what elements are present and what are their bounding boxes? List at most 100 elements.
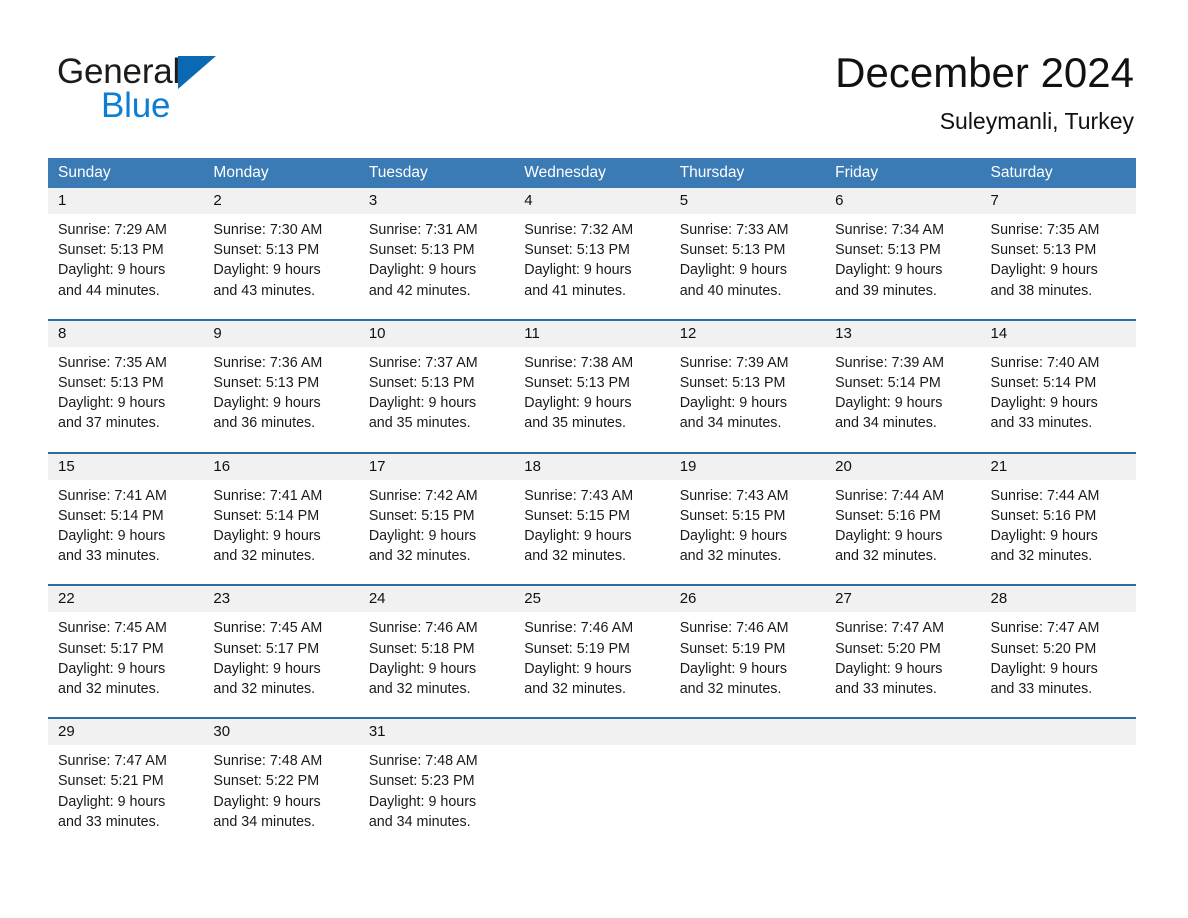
day-cell: Sunrise: 7:46 AM Sunset: 5:19 PM Dayligh…: [670, 612, 825, 699]
week-day-bodies: Sunrise: 7:45 AM Sunset: 5:17 PM Dayligh…: [48, 612, 1136, 700]
weekday-header-saturday: Saturday: [990, 164, 1053, 181]
weekday-header-wednesday: Wednesday: [524, 164, 606, 181]
weekday-header-monday: Monday: [213, 164, 269, 181]
week-spacer: [48, 300, 1136, 319]
day-number: 31: [368, 723, 386, 741]
daylight-text-line2: and 32 minutes.: [990, 548, 1093, 565]
sunrise-text: Sunrise: 7:32 AM: [524, 222, 634, 238]
sunset-text: Sunset: 5:20 PM: [990, 640, 1097, 657]
daylight-text-line2: and 34 minutes.: [679, 415, 782, 432]
logo-text-blue: Blue: [101, 86, 171, 125]
sunset-text: Sunset: 5:13 PM: [524, 242, 630, 259]
sunrise-text: Sunrise: 7:46 AM: [679, 620, 789, 637]
calendar-page: General Blue December 2024 Suleymanli, T…: [0, 0, 1188, 918]
sunset-text: Sunset: 5:15 PM: [679, 507, 786, 524]
day-number: 29: [58, 723, 75, 741]
day-cell: Sunrise: 7:35 AM Sunset: 5:13 PM Dayligh…: [48, 347, 203, 434]
day-number: 7: [990, 192, 999, 209]
day-cell: Sunrise: 7:41 AM Sunset: 5:14 PM Dayligh…: [48, 480, 203, 567]
sunrise-text: Sunrise: 7:48 AM: [213, 753, 323, 770]
sunset-text: Sunset: 5:13 PM: [990, 242, 1097, 259]
sunrise-text: Sunrise: 7:45 AM: [213, 620, 323, 637]
weekday-header-thursday: Thursday: [679, 164, 745, 181]
generalblue-logo: General Blue: [57, 52, 387, 130]
page-title: December 2024: [835, 49, 1134, 96]
daylight-text-line1: Daylight: 9 hours: [679, 395, 787, 412]
sunset-text: Sunset: 5:23 PM: [368, 773, 475, 790]
page-header: General Blue December 2024 Suleymanli, T…: [0, 0, 1188, 150]
day-cell: Sunrise: 7:30 AM Sunset: 5:13 PM Dayligh…: [203, 214, 358, 301]
day-cell: Sunrise: 7:48 AM Sunset: 5:23 PM Dayligh…: [359, 745, 514, 832]
sunrise-text: Sunrise: 7:33 AM: [679, 222, 789, 238]
day-number-empty: [514, 719, 669, 745]
day-cell: Sunrise: 7:43 AM Sunset: 5:15 PM Dayligh…: [670, 480, 825, 567]
daylight-text-line1: Daylight: 9 hours: [213, 528, 321, 545]
day-number: 23: [213, 590, 231, 608]
week-day-bodies: Sunrise: 7:41 AM Sunset: 5:14 PM Dayligh…: [48, 479, 1136, 567]
daylight-text-line2: and 44 minutes.: [58, 282, 160, 299]
sunset-text: Sunset: 5:13 PM: [368, 375, 475, 392]
sunrise-text: Sunrise: 7:38 AM: [524, 354, 634, 371]
calendar-week-row: 1 2 3 4 5 6 7 Sunrise: 7:29 AM Sunset: 5…: [48, 188, 1136, 319]
sunset-text: Sunset: 5:18 PM: [368, 640, 475, 657]
daylight-text-line1: Daylight: 9 hours: [58, 262, 166, 279]
sunset-text: Sunset: 5:17 PM: [213, 640, 320, 657]
sunrise-text: Sunrise: 7:45 AM: [58, 620, 167, 637]
sunset-text: Sunset: 5:22 PM: [213, 773, 320, 790]
day-number: 17: [368, 457, 386, 475]
week-spacer: [48, 699, 1136, 718]
daylight-text-line1: Daylight: 9 hours: [58, 395, 166, 412]
day-cell-empty: [670, 745, 825, 832]
sunrise-text: Sunrise: 7:41 AM: [213, 487, 323, 504]
daylight-text-line1: Daylight: 9 hours: [213, 262, 321, 279]
sunset-text: Sunset: 5:15 PM: [524, 507, 630, 524]
daylight-text-line2: and 41 minutes.: [524, 282, 626, 299]
calendar-grid: Sunday Monday Tuesday Wednesday Thursday…: [48, 158, 1136, 841]
sunset-text: Sunset: 5:13 PM: [835, 242, 941, 259]
daylight-text-line1: Daylight: 9 hours: [679, 262, 787, 279]
day-number: 4: [524, 192, 533, 209]
daylight-text-line1: Daylight: 9 hours: [58, 660, 166, 677]
daylight-text-line1: Daylight: 9 hours: [835, 528, 943, 545]
daylight-text-line2: and 34 minutes.: [213, 813, 316, 830]
day-number-empty: [825, 719, 980, 745]
daylight-text-line2: and 37 minutes.: [58, 415, 160, 432]
daylight-text-line2: and 32 minutes.: [213, 681, 316, 698]
daylight-text-line2: and 39 minutes.: [835, 282, 937, 299]
sunset-text: Sunset: 5:13 PM: [524, 375, 630, 392]
calendar-week-row: 15 16 17 18 19 20 21 Sunrise: 7:41 AM Su…: [48, 451, 1136, 585]
daylight-text-line2: and 43 minutes.: [213, 282, 316, 299]
day-number: 13: [835, 324, 852, 342]
daylight-text-line2: and 32 minutes.: [679, 681, 782, 698]
sunset-text: Sunset: 5:15 PM: [368, 507, 475, 524]
daylight-text-line2: and 38 minutes.: [990, 282, 1093, 299]
day-number: 8: [58, 324, 67, 342]
day-cell: Sunrise: 7:32 AM Sunset: 5:13 PM Dayligh…: [514, 214, 669, 301]
day-cell: Sunrise: 7:34 AM Sunset: 5:13 PM Dayligh…: [825, 214, 980, 301]
day-cell: Sunrise: 7:38 AM Sunset: 5:13 PM Dayligh…: [514, 347, 669, 434]
day-cell: Sunrise: 7:37 AM Sunset: 5:13 PM Dayligh…: [359, 347, 514, 434]
daylight-text-line2: and 32 minutes.: [835, 548, 937, 565]
day-cell: Sunrise: 7:29 AM Sunset: 5:13 PM Dayligh…: [48, 214, 203, 301]
day-cell: Sunrise: 7:39 AM Sunset: 5:14 PM Dayligh…: [825, 347, 980, 434]
daylight-text-line2: and 32 minutes.: [58, 681, 160, 698]
sunrise-text: Sunrise: 7:44 AM: [990, 487, 1100, 504]
sunset-text: Sunset: 5:14 PM: [58, 507, 164, 524]
day-cell: Sunrise: 7:35 AM Sunset: 5:13 PM Dayligh…: [981, 214, 1136, 301]
day-cell: Sunrise: 7:31 AM Sunset: 5:13 PM Dayligh…: [359, 214, 514, 301]
daylight-text-line1: Daylight: 9 hours: [368, 793, 477, 810]
sunrise-text: Sunrise: 7:43 AM: [679, 487, 789, 504]
day-cell: Sunrise: 7:33 AM Sunset: 5:13 PM Dayligh…: [670, 214, 825, 301]
daylight-text-line2: and 33 minutes.: [58, 548, 160, 565]
daylight-text-line2: and 33 minutes.: [990, 415, 1093, 432]
sunrise-text: Sunrise: 7:39 AM: [835, 354, 944, 371]
logo-triangle-icon: [178, 56, 217, 89]
day-cell: Sunrise: 7:41 AM Sunset: 5:14 PM Dayligh…: [203, 480, 358, 567]
daylight-text-line1: Daylight: 9 hours: [213, 660, 321, 677]
day-cell: Sunrise: 7:36 AM Sunset: 5:13 PM Dayligh…: [203, 347, 358, 434]
day-number: 30: [213, 723, 231, 741]
daylight-text-line1: Daylight: 9 hours: [213, 793, 321, 810]
day-cell: Sunrise: 7:46 AM Sunset: 5:18 PM Dayligh…: [359, 612, 514, 699]
sunset-text: Sunset: 5:13 PM: [368, 242, 475, 259]
daylight-text-line1: Daylight: 9 hours: [368, 395, 477, 412]
